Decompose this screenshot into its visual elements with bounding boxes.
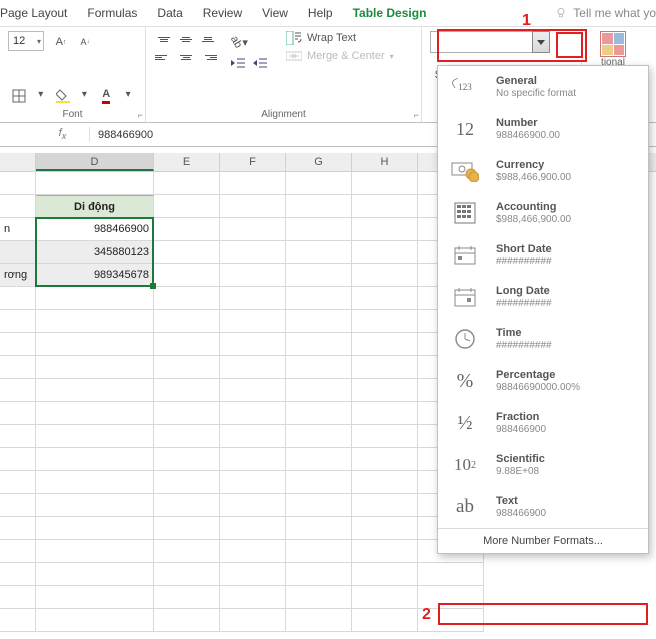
group-alignment: ab▾ Wrap Text Merge & Center ▾ Alignment… <box>146 27 422 122</box>
format-number[interactable]: 12 Number988466900.00 <box>438 108 648 150</box>
format-text[interactable]: ab Text988466900 <box>438 486 648 528</box>
general-format-icon: 123 <box>448 72 482 102</box>
font-color-button[interactable]: A <box>95 85 117 107</box>
format-accounting[interactable]: Accounting $988,466,900.00 <box>438 192 648 234</box>
currency-format-icon <box>448 156 482 186</box>
borders-dropdown[interactable]: ▾ <box>32 85 50 103</box>
col-h[interactable]: H <box>352 153 418 171</box>
increase-font-size-button[interactable]: A↑ <box>50 31 72 53</box>
percentage-format-icon: % <box>448 366 482 396</box>
col-g[interactable]: G <box>286 153 352 171</box>
ribbon-tabs: Page Layout Formulas Data Review View He… <box>0 0 656 27</box>
fill-color-dropdown[interactable]: ▾ <box>75 85 93 103</box>
decrease-font-size-button[interactable]: A↓ <box>74 31 96 53</box>
annotation-1: 1 <box>522 12 531 30</box>
annotation-2: 2 <box>422 606 431 624</box>
tab-formulas[interactable]: Formulas <box>87 6 137 20</box>
tab-page-layout[interactable]: Page Layout <box>0 6 67 20</box>
fraction-format-icon: ½ <box>448 408 482 438</box>
col-partial[interactable] <box>0 153 36 171</box>
tab-data[interactable]: Data <box>157 6 182 20</box>
tab-table-design[interactable]: Table Design <box>353 6 427 20</box>
align-middle-button[interactable] <box>176 31 196 47</box>
col-d[interactable]: D <box>36 153 154 171</box>
table-header-di-dong[interactable]: Di động <box>36 195 154 218</box>
font-color-dropdown[interactable]: ▾ <box>119 85 137 103</box>
decrease-indent-button[interactable] <box>228 55 248 71</box>
chevron-down-icon <box>537 40 545 45</box>
time-format-icon <box>448 324 482 354</box>
conditional-formatting-icon[interactable] <box>600 31 626 57</box>
alignment-dialog-launcher[interactable]: ⌐ <box>414 110 419 120</box>
long-date-format-icon <box>448 282 482 312</box>
wrap-text-label: Wrap Text <box>307 32 356 44</box>
tab-help[interactable]: Help <box>308 6 333 20</box>
merge-center-button[interactable]: Merge & Center ▾ <box>286 49 394 63</box>
font-dialog-launcher[interactable]: ⌐ <box>138 110 143 120</box>
align-right-button[interactable] <box>198 49 218 65</box>
group-font: 12 ▾ A↑ A↓ ▾ ▾ A ▾ Font⌐ <box>0 27 146 122</box>
align-top-button[interactable] <box>154 31 174 47</box>
format-currency[interactable]: Currency$988,466,900.00 <box>438 150 648 192</box>
format-percentage[interactable]: % Percentage98846690000.00% <box>438 360 648 402</box>
wrap-text-icon <box>286 31 302 45</box>
accounting-format-icon <box>448 198 482 228</box>
text-format-icon: ab <box>448 492 482 522</box>
number-format-selector[interactable] <box>430 31 550 53</box>
table-cell[interactable] <box>0 241 36 264</box>
group-font-label: Font⌐ <box>8 107 137 120</box>
font-size-selector[interactable]: 12 ▾ <box>8 31 44 51</box>
group-alignment-label: Alignment⌐ <box>154 107 413 120</box>
align-bottom-button[interactable] <box>198 31 218 47</box>
col-e[interactable]: E <box>154 153 220 171</box>
merge-center-label: Merge & Center <box>307 50 385 62</box>
table-cell[interactable]: 989345678 <box>36 264 154 287</box>
short-date-format-icon <box>448 240 482 270</box>
number-format-dropdown-button[interactable] <box>532 31 550 53</box>
table-cell[interactable]: rơng <box>0 264 36 287</box>
format-scientific[interactable]: 102 Scientific9.88E+08 <box>438 444 648 486</box>
more-number-formats[interactable]: More Number Formats... <box>438 528 648 553</box>
increase-indent-button[interactable] <box>250 55 270 71</box>
fx-label[interactable]: fx <box>36 127 90 141</box>
col-f[interactable]: F <box>220 153 286 171</box>
format-time[interactable]: Time########## <box>438 318 648 360</box>
table-cell[interactable]: n <box>0 218 36 241</box>
chevron-down-icon: ▾ <box>37 37 41 46</box>
wrap-text-button[interactable]: Wrap Text <box>286 31 394 45</box>
scientific-format-icon: 102 <box>448 450 482 480</box>
align-left-button[interactable] <box>154 49 174 65</box>
format-short-date[interactable]: Short Date########## <box>438 234 648 276</box>
tab-review[interactable]: Review <box>203 6 242 20</box>
format-general[interactable]: 123 GeneralNo specific format <box>438 66 648 108</box>
fill-color-button[interactable] <box>52 85 74 107</box>
borders-button[interactable] <box>8 85 30 107</box>
format-long-date[interactable]: Long Date########## <box>438 276 648 318</box>
lightbulb-icon <box>555 7 567 19</box>
table-cell[interactable]: 988466900 <box>36 218 154 241</box>
merge-icon <box>286 49 302 63</box>
orientation-button[interactable]: ab▾ <box>228 31 250 53</box>
tell-me-search[interactable]: Tell me what yo <box>555 6 656 20</box>
tell-me-label: Tell me what yo <box>573 6 656 20</box>
number-format-dropdown: 123 GeneralNo specific format 12 Number9… <box>437 65 649 554</box>
format-fraction[interactable]: ½ Fraction988466900 <box>438 402 648 444</box>
selection-handle[interactable] <box>150 283 156 289</box>
font-size-value: 12 <box>13 35 25 47</box>
table-cell[interactable]: 345880123 <box>36 241 154 264</box>
align-center-button[interactable] <box>176 49 196 65</box>
tab-view[interactable]: View <box>262 6 288 20</box>
number-format-icon: 12 <box>448 114 482 144</box>
